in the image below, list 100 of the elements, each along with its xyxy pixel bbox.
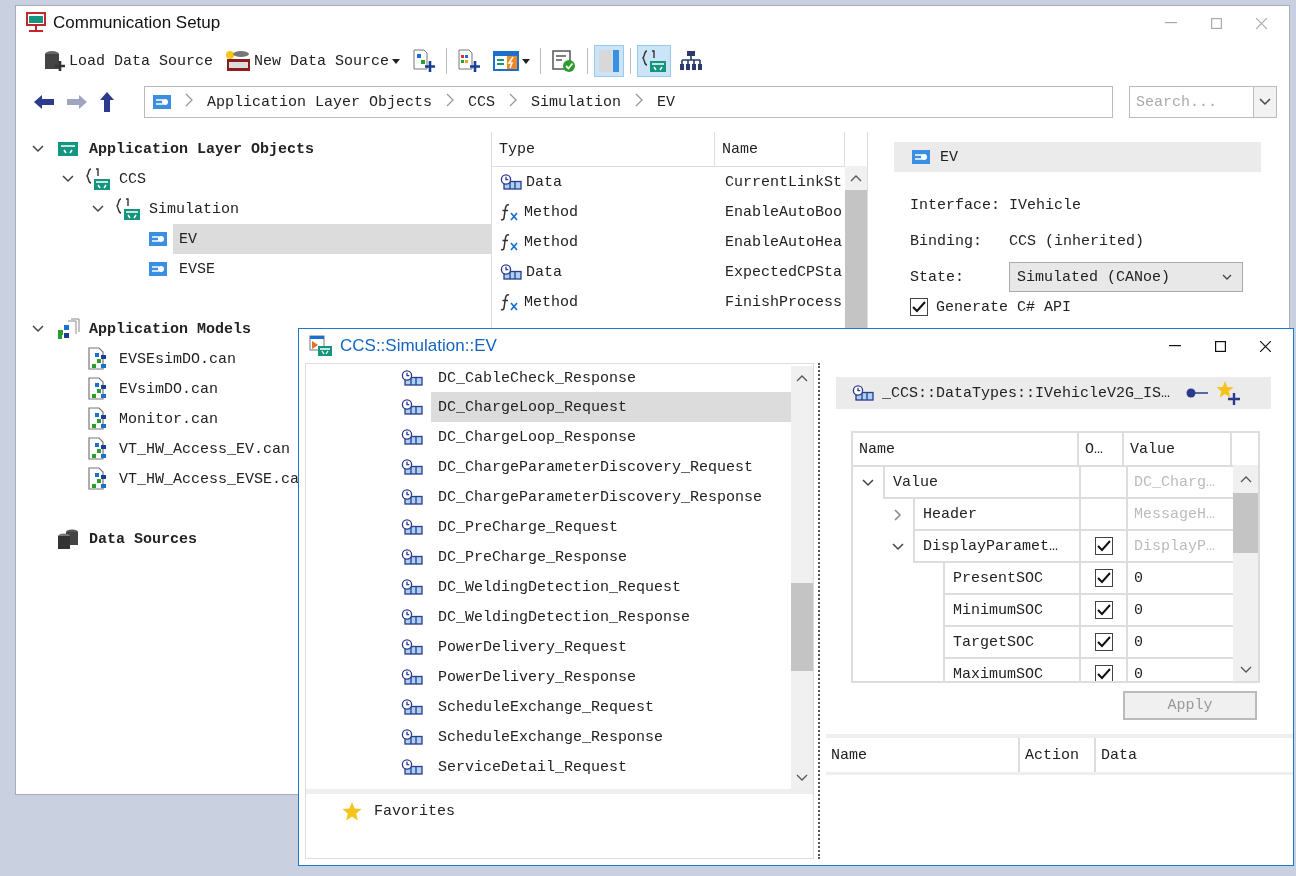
data-icon xyxy=(401,759,423,775)
file-icon xyxy=(87,377,109,401)
tree-item[interactable]: Application Layer Objects xyxy=(83,134,491,164)
list-item[interactable]: DC_ChargeLoop_Request xyxy=(431,392,791,422)
back-arrow-icon[interactable] xyxy=(34,95,54,109)
data-icon xyxy=(401,459,423,475)
column-header[interactable]: Value xyxy=(1124,433,1232,465)
file-icon xyxy=(87,437,109,461)
caret-icon xyxy=(522,58,531,64)
state-dropdown[interactable]: Simulated (CANoe) xyxy=(1009,262,1243,292)
breadcrumb-item[interactable]: Application Layer Objects xyxy=(207,93,433,111)
data-icon xyxy=(401,699,423,715)
checkbox[interactable] xyxy=(1094,569,1113,587)
list-item[interactable]: DC_WeldingDetection_Response xyxy=(431,602,791,632)
data-icon xyxy=(401,549,423,565)
checkbox[interactable] xyxy=(1094,601,1113,619)
star-add-icon[interactable] xyxy=(1216,381,1241,405)
breadcrumb-item[interactable]: EV xyxy=(657,93,676,111)
pin-icon[interactable] xyxy=(1186,388,1209,398)
toolbar-button[interactable]: New Data Source xyxy=(221,45,405,77)
chevron-right-icon[interactable] xyxy=(894,509,902,521)
chevron-down-icon[interactable] xyxy=(62,175,74,183)
list-item[interactable]: DC_PreCharge_Request xyxy=(431,512,791,542)
tree-item[interactable]: CCS xyxy=(113,164,491,194)
checkbox[interactable] xyxy=(910,298,928,316)
interface-icon xyxy=(149,232,167,246)
list-item[interactable]: PowerDelivery_Request xyxy=(431,632,791,662)
property-name: TargetSOC xyxy=(943,627,1079,659)
list-item[interactable]: ServiceDetail_Request xyxy=(431,752,791,782)
field-label: Binding: xyxy=(910,231,983,252)
models-icon xyxy=(56,318,80,340)
favorites-label[interactable]: Favorites xyxy=(374,803,455,820)
column-header[interactable]: Name xyxy=(715,132,845,166)
chevron-down-icon[interactable] xyxy=(862,479,874,487)
interface-icon xyxy=(149,262,167,276)
scrollbar-thumb[interactable] xyxy=(791,583,813,671)
column-header[interactable]: Data xyxy=(1096,738,1293,772)
list-item[interactable]: PowerDelivery_Response xyxy=(431,662,791,692)
scrollbar-thumb[interactable] xyxy=(1233,493,1258,553)
hierarchy-add-icon xyxy=(412,49,437,73)
chevron-down-icon[interactable] xyxy=(32,325,44,333)
checkbox-label[interactable]: Generate C# API xyxy=(936,298,1072,316)
column-header[interactable]: O… xyxy=(1079,433,1124,465)
file-icon xyxy=(87,347,109,371)
toolbar-button[interactable]: Load Data Source xyxy=(40,45,218,77)
objects-icon xyxy=(58,142,78,156)
data-icon xyxy=(401,729,423,745)
maximize-icon[interactable] xyxy=(1215,340,1226,352)
details-title: EV xyxy=(940,148,958,166)
breadcrumb-item[interactable]: CCS xyxy=(468,93,496,111)
chevron-down-icon[interactable] xyxy=(32,145,44,153)
checkbox[interactable] xyxy=(1094,665,1113,681)
database-add-icon xyxy=(44,50,66,72)
minimize-icon[interactable] xyxy=(1169,345,1181,347)
search-box[interactable]: Search... xyxy=(1129,86,1277,118)
chevron-down-icon[interactable] xyxy=(1259,98,1271,106)
list-item[interactable]: DC_WeldingDetection_Request xyxy=(431,572,791,602)
database-new-icon xyxy=(225,50,252,72)
tree-item[interactable]: EVSE xyxy=(173,254,491,284)
breadcrumb-item[interactable]: Simulation xyxy=(531,93,622,111)
scrollbar[interactable] xyxy=(1233,465,1258,681)
data-icon xyxy=(401,579,423,595)
column-header[interactable]: Name xyxy=(853,433,1079,465)
up-arrow-icon[interactable] xyxy=(100,92,114,112)
table-cell-text: FinishProcess xyxy=(724,293,843,311)
chevron-down-icon[interactable] xyxy=(92,205,104,213)
chevron-down-icon xyxy=(1222,274,1232,280)
file-icon xyxy=(87,467,109,491)
property-name: Header xyxy=(913,499,1079,531)
checkbox[interactable] xyxy=(1094,537,1113,555)
property-name: DisplayParamet… xyxy=(913,531,1079,563)
table-cell-text: EnableAutoBoo xyxy=(724,203,843,221)
check-document-icon xyxy=(551,49,578,73)
list-item[interactable]: DC_CableCheck_Response xyxy=(431,364,791,393)
data-icon xyxy=(401,639,423,655)
list-item[interactable]: DC_ChargeLoop_Response xyxy=(431,422,791,452)
caret-icon xyxy=(392,58,401,64)
checkbox[interactable] xyxy=(1094,633,1113,651)
field-label: Interface: xyxy=(910,195,1001,216)
function-icon xyxy=(500,233,520,251)
list-item[interactable]: ScheduleExchange_Request xyxy=(431,692,791,722)
scrollbar[interactable] xyxy=(791,366,813,789)
list-item[interactable]: DC_PreCharge_Response xyxy=(431,542,791,572)
tree-item[interactable]: EV xyxy=(173,224,491,254)
list-item[interactable]: DC_ChargeParameterDiscovery_Response xyxy=(431,482,791,512)
column-header[interactable]: Action xyxy=(1020,738,1096,772)
field-value: IVehicle xyxy=(1009,195,1082,216)
close-icon[interactable] xyxy=(1260,340,1271,352)
column-header[interactable]: Type xyxy=(492,132,715,166)
table-cell: Data xyxy=(526,263,562,281)
data-icon xyxy=(401,609,423,625)
toolbar-icon-button[interactable] xyxy=(637,45,672,77)
function-icon xyxy=(500,203,520,221)
data-icon xyxy=(401,519,423,535)
list-item[interactable]: ScheduleExchange_Response xyxy=(431,722,791,752)
column-header[interactable]: Name xyxy=(826,738,1020,772)
chevron-down-icon[interactable] xyxy=(892,543,904,551)
tree-item[interactable]: Simulation xyxy=(143,194,491,224)
list-item[interactable]: DC_ChargeParameterDiscovery_Request xyxy=(431,452,791,482)
field-label: State: xyxy=(910,267,965,288)
